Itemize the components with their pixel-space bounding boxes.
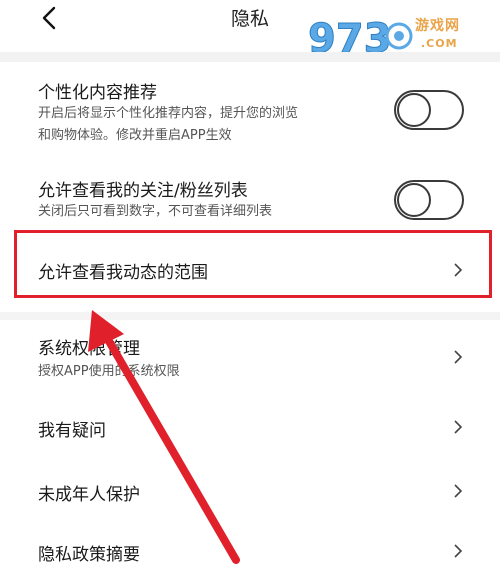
setting-title: 隐私政策摘要 (38, 545, 140, 565)
setting-title: 系统权限管理 (38, 339, 140, 359)
follow-list-toggle[interactable] (394, 180, 464, 220)
setting-personalized-content: 个性化内容推荐 开启后将显示个性化推荐内容，提升您的浏览 和购物体验。修改并重启… (0, 62, 500, 158)
toggle-knob (397, 183, 431, 217)
setting-system-permissions[interactable]: 系统权限管理 授权APP使用的系统权限 (0, 322, 500, 392)
chevron-right-icon (454, 544, 463, 558)
setting-description-line1: 开启后将显示个性化推荐内容，提升您的浏览 (38, 106, 299, 121)
highlight-box (14, 230, 492, 298)
setting-privacy-policy-summary[interactable]: 隐私政策摘要 (0, 526, 500, 568)
watermark-domain: .COM (421, 37, 458, 50)
chevron-right-icon (454, 420, 463, 434)
personalized-content-toggle[interactable] (394, 90, 464, 130)
setting-description-line2: 和购物体验。修改并重启APP生效 (38, 128, 232, 143)
setting-description: 关闭后只可看到数字，不可查看详细列表 (38, 204, 273, 219)
section-divider (0, 52, 500, 62)
setting-title: 个性化内容推荐 (38, 83, 157, 103)
setting-title: 我有疑问 (38, 421, 106, 441)
setting-description: 授权APP使用的系统权限 (38, 364, 180, 379)
section-divider (0, 312, 500, 320)
setting-faq[interactable]: 我有疑问 (0, 396, 500, 458)
chevron-right-icon (454, 350, 463, 364)
setting-title: 允许查看我的关注/粉丝列表 (38, 181, 248, 201)
setting-minor-protection[interactable]: 未成年人保护 (0, 462, 500, 522)
setting-title: 未成年人保护 (38, 485, 140, 505)
toggle-knob (397, 93, 431, 127)
watermark-site: 游戏网 (415, 18, 460, 34)
setting-follow-list-visibility: 允许查看我的关注/粉丝列表 关闭后只可看到数字，不可查看详细列表 (0, 162, 500, 228)
chevron-right-icon (454, 484, 463, 498)
